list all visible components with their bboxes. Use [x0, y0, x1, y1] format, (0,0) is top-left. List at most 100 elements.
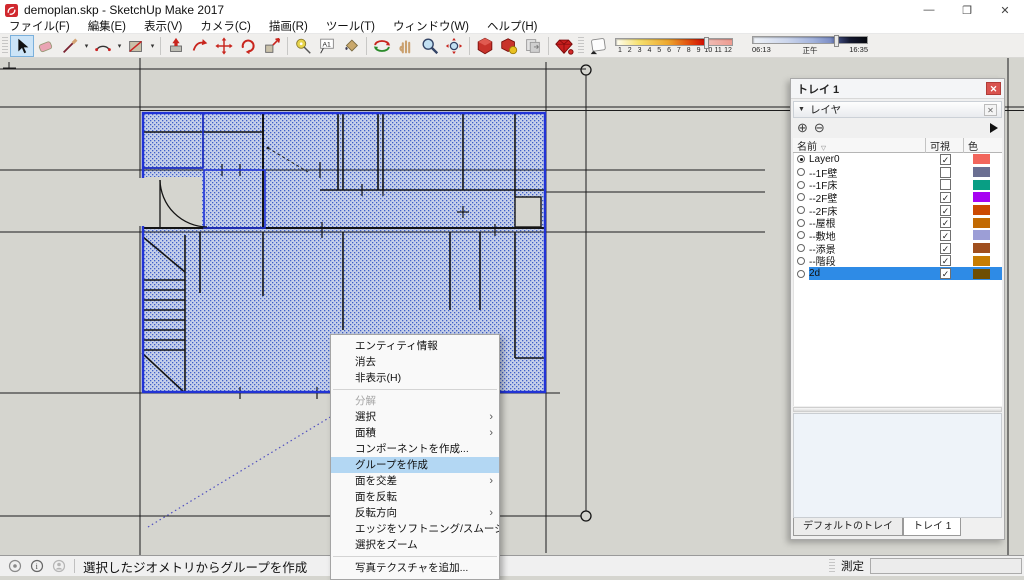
3d-warehouse-button[interactable]: [473, 35, 497, 57]
measure-input[interactable]: [870, 558, 1022, 574]
visible-checkbox[interactable]: ✓: [940, 153, 951, 165]
tray-close-button[interactable]: ✕: [986, 82, 1001, 95]
layer-row-2d[interactable]: 2d ✓: [794, 267, 1002, 280]
layer-radio[interactable]: [797, 269, 805, 278]
toolbar-grip[interactable]: [2, 36, 8, 55]
layer-radio[interactable]: [797, 193, 805, 202]
select-tool-button[interactable]: [10, 34, 34, 57]
arc-tool-button[interactable]: [91, 35, 115, 57]
menu-edit[interactable]: 編集(E): [79, 20, 135, 34]
tab-tray-1[interactable]: トレイ 1: [903, 518, 962, 536]
add-layer-button[interactable]: ⊕: [797, 121, 808, 135]
menu-item-area[interactable]: 面積 ›: [331, 425, 499, 441]
layer-color-swatch[interactable]: [973, 217, 990, 228]
menu-item-erase[interactable]: 消去: [331, 354, 499, 370]
menu-tools[interactable]: ツール(T): [317, 20, 384, 34]
menu-view[interactable]: 表示(V): [135, 20, 191, 34]
layer-radio[interactable]: [797, 168, 805, 177]
rectangle-dropdown-caret[interactable]: ▾: [148, 42, 157, 50]
column-color[interactable]: 色: [964, 138, 998, 153]
tab-default-tray[interactable]: デフォルトのトレイ: [793, 518, 903, 536]
menu-item-entity-info[interactable]: エンティティ情報: [331, 338, 499, 354]
layer-color-swatch[interactable]: [973, 154, 990, 165]
layer-radio[interactable]: [797, 244, 805, 253]
layer-radio[interactable]: [797, 218, 805, 227]
visible-checkbox[interactable]: ✓: [940, 255, 951, 267]
tray-splitter[interactable]: [793, 407, 1002, 412]
rectangle-tool-button[interactable]: [124, 35, 148, 57]
minimize-button[interactable]: —: [910, 0, 948, 20]
date-slider-bar[interactable]: [615, 36, 733, 49]
time-slider-bar[interactable]: [752, 34, 868, 47]
layer-color-swatch[interactable]: [973, 192, 990, 203]
tray-title-bar[interactable]: トレイ 1 ✕: [791, 79, 1004, 99]
restore-button[interactable]: ❐: [948, 0, 986, 20]
current-layer-radio[interactable]: [797, 155, 805, 164]
close-button[interactable]: ✕: [986, 0, 1024, 20]
layers-section-header[interactable]: ▼ レイヤ ✕: [793, 101, 1002, 118]
extension-warehouse-button[interactable]: [552, 35, 576, 57]
shadow-time-slider[interactable]: 06:13 正午 16:35: [752, 34, 868, 56]
zoom-tool-button[interactable]: [418, 35, 442, 57]
visible-checkbox[interactable]: ✓: [940, 229, 951, 241]
layer-radio[interactable]: [797, 256, 805, 265]
pan-tool-button[interactable]: [394, 35, 418, 57]
line-dropdown-caret[interactable]: ▾: [82, 42, 91, 50]
tape-measure-tool-button[interactable]: [291, 35, 315, 57]
visible-checkbox[interactable]: [940, 179, 951, 191]
menu-file[interactable]: ファイル(F): [0, 20, 79, 34]
eraser-tool-button[interactable]: [34, 35, 58, 57]
layer-color-swatch[interactable]: [973, 205, 990, 216]
layer-color-swatch[interactable]: [973, 243, 990, 254]
shadow-date-slider[interactable]: 1 2 3 4 5 6 7 8 9 10 11 12: [615, 36, 733, 54]
column-name[interactable]: 名前 ▽: [793, 137, 926, 153]
date-slider-handle[interactable]: [704, 36, 710, 49]
followme-tool-button[interactable]: [188, 35, 212, 57]
column-visible[interactable]: 可視: [926, 137, 964, 153]
layer-color-swatch[interactable]: [973, 179, 990, 190]
visible-checkbox[interactable]: ✓: [940, 242, 951, 254]
share-model-button[interactable]: [521, 35, 545, 57]
text-tool-button[interactable]: A1: [315, 35, 339, 57]
menu-item-intersect-faces[interactable]: 面を交差 ›: [331, 473, 499, 489]
visible-checkbox[interactable]: ✓: [940, 204, 951, 216]
layer-color-swatch[interactable]: [973, 230, 990, 241]
menu-item-reverse-faces[interactable]: 面を反転: [331, 489, 499, 505]
menu-item-make-group[interactable]: グループを作成: [331, 457, 499, 473]
time-slider-handle[interactable]: [833, 34, 839, 47]
remove-layer-button[interactable]: ⊖: [814, 121, 825, 135]
visible-checkbox[interactable]: ✓: [940, 191, 951, 203]
scale-tool-button[interactable]: [260, 35, 284, 57]
menu-camera[interactable]: カメラ(C): [191, 20, 259, 34]
menu-item-hide[interactable]: 非表示(H): [331, 370, 499, 386]
layer-color-swatch[interactable]: [973, 167, 990, 178]
paint-bucket-tool-button[interactable]: [339, 35, 363, 57]
visible-checkbox[interactable]: ✓: [940, 217, 951, 229]
layer-color-swatch[interactable]: [973, 268, 990, 279]
credits-info-icon[interactable]: i: [30, 559, 44, 573]
menu-help[interactable]: ヘルプ(H): [478, 20, 546, 34]
layer-radio[interactable]: [797, 180, 805, 189]
move-tool-button[interactable]: [212, 35, 236, 57]
menu-item-select[interactable]: 選択 ›: [331, 409, 499, 425]
menu-item-make-component[interactable]: コンポーネントを作成...: [331, 441, 499, 457]
zoom-extents-tool-button[interactable]: [442, 35, 466, 57]
geolocation-icon[interactable]: [8, 559, 22, 573]
layer-row-stairs[interactable]: --階段 ✓: [794, 255, 1002, 268]
component-button[interactable]: [497, 35, 521, 57]
rotate-tool-button[interactable]: [236, 35, 260, 57]
shadow-toggle-button[interactable]: [586, 35, 610, 57]
menu-item-add-photo-texture[interactable]: 写真テクスチャを追加...: [331, 560, 499, 576]
arc-dropdown-caret[interactable]: ▾: [115, 42, 124, 50]
visible-checkbox[interactable]: ✓: [940, 268, 951, 280]
layer-radio[interactable]: [797, 231, 805, 240]
menu-window[interactable]: ウィンドウ(W): [384, 20, 478, 34]
layer-color-swatch[interactable]: [973, 255, 990, 266]
menu-item-flip-along[interactable]: 反転方向 ›: [331, 505, 499, 521]
pushpull-tool-button[interactable]: [164, 35, 188, 57]
layer-radio[interactable]: [797, 206, 805, 215]
menu-item-zoom-selection[interactable]: 選択をズーム: [331, 537, 499, 553]
line-tool-button[interactable]: [58, 35, 82, 57]
collapse-icon[interactable]: ▼: [798, 106, 805, 113]
layers-section-close-button[interactable]: ✕: [984, 103, 997, 116]
